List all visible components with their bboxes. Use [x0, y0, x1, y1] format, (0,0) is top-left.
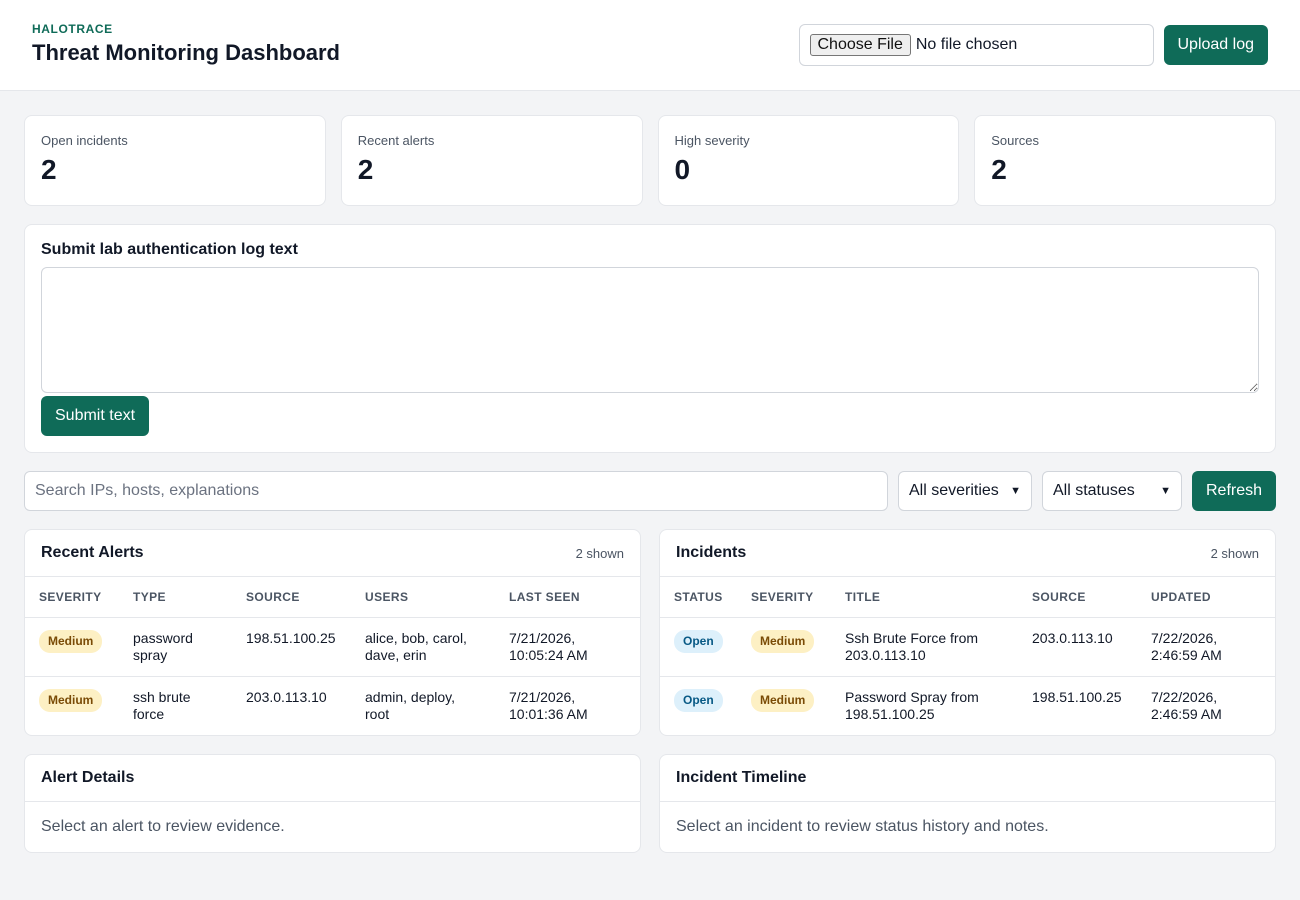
severity-cell: Medium	[25, 676, 119, 735]
table-header-row: STATUS SEVERITY TITLE SOURCE UPDATED	[660, 577, 1275, 618]
status-select-value: All statuses	[1052, 482, 1135, 499]
stat-card-recent-alerts: Recent alerts 2	[340, 115, 643, 206]
stat-label: Recent alerts	[357, 133, 435, 148]
severity-select-value: All severities	[908, 482, 999, 499]
file-input[interactable]: Choose File No file chosen	[798, 24, 1154, 66]
panel-title: Incident Timeline	[676, 769, 807, 786]
column-header: SEVERITY	[25, 577, 119, 618]
stat-value: 0	[674, 154, 691, 185]
submit-log-title: Submit lab authentication log text	[41, 241, 298, 258]
page-title: Threat Monitoring Dashboard	[32, 40, 340, 65]
title-cell: Password Spray from 198.51.100.25	[845, 688, 979, 722]
panel-title: Incidents	[676, 544, 747, 561]
chevron-down-icon: ▼	[1010, 485, 1021, 497]
search-input[interactable]	[24, 471, 888, 511]
panel-header: Recent Alerts 2 shown	[25, 530, 640, 577]
refresh-button[interactable]: Refresh	[1191, 471, 1277, 511]
column-header: LAST SEEN	[495, 577, 640, 618]
severity-badge: Medium	[39, 629, 103, 653]
upload-log-button[interactable]: Upload log	[1163, 25, 1268, 65]
stat-card-sources: Sources 2	[974, 115, 1276, 206]
severity-badge: Medium	[751, 688, 815, 712]
severity-cell: Medium	[737, 676, 831, 735]
stat-label: High severity	[674, 133, 750, 148]
empty-state-text: Select an alert to review evidence.	[41, 818, 285, 835]
column-header: TYPE	[119, 577, 232, 618]
table-row[interactable]: Medium ssh brute force 203.0.113.10 admi…	[25, 676, 640, 735]
log-text-input[interactable]	[41, 267, 1259, 393]
column-header: STATUS	[660, 577, 737, 618]
incident-timeline-panel: Incident Timeline Select an incident to …	[659, 754, 1276, 853]
column-header: USERS	[351, 577, 495, 618]
last-seen-cell: 7/21/2026, 10:05:24 AM	[495, 617, 640, 677]
empty-state-text: Select an incident to review status hist…	[676, 818, 1049, 835]
submit-text-button[interactable]: Submit text	[41, 396, 150, 436]
table-header-row: SEVERITY TYPE SOURCE USERS LAST SEEN	[25, 577, 640, 618]
status-badge: Open	[674, 688, 723, 712]
upload-area: Choose File No file chosen Upload log	[798, 24, 1268, 66]
alert-details-panel: Alert Details Select an alert to review …	[24, 754, 641, 853]
status-cell: Open	[660, 676, 737, 735]
panel-header: Incidents 2 shown	[660, 530, 1275, 577]
column-header: SOURCE	[232, 577, 351, 618]
table-row[interactable]: Medium password spray 198.51.100.25 alic…	[25, 617, 640, 677]
stat-value: 2	[41, 154, 57, 185]
type-cell: ssh brute force	[133, 688, 191, 722]
column-header: SOURCE	[1018, 577, 1137, 618]
severity-cell: Medium	[737, 617, 831, 677]
stats-row: Open incidents 2 Recent alerts 2 High se…	[24, 115, 1276, 206]
severity-badge: Medium	[39, 688, 103, 712]
filter-bar: All severities ▼ All statuses ▼ Refresh	[24, 471, 1277, 511]
source-cell: 203.0.113.10	[246, 688, 327, 705]
stat-card-open-incidents: Open incidents 2	[24, 115, 326, 206]
source-cell: 203.0.113.10	[1018, 617, 1137, 677]
users-cell: alice, bob, carol, dave, erin	[351, 617, 495, 677]
stat-label: Open incidents	[41, 133, 128, 148]
stat-value: 2	[991, 154, 1007, 185]
incidents-panel: Incidents 2 shown STATUS SEVERITY TITLE …	[659, 529, 1276, 736]
file-status-text: No file chosen	[915, 36, 1018, 53]
updated-cell: 7/22/2026, 2:46:59 AM	[1151, 688, 1222, 722]
column-header: SEVERITY	[737, 577, 831, 618]
column-header: TITLE	[831, 577, 1018, 618]
status-select[interactable]: All statuses ▼	[1041, 471, 1182, 511]
column-header: UPDATED	[1137, 577, 1275, 618]
users-cell: admin, deploy, root	[365, 688, 456, 722]
top-bar: HALOTRACE Threat Monitoring Dashboard Ch…	[0, 0, 1300, 91]
table-row[interactable]: Open Medium Ssh Brute Force from 203.0.1…	[660, 617, 1275, 677]
status-badge: Open	[674, 629, 723, 653]
chevron-down-icon: ▼	[1160, 485, 1171, 497]
table-row[interactable]: Open Medium Password Spray from 198.51.1…	[660, 676, 1275, 735]
submit-log-card: Submit lab authentication log text Submi…	[24, 224, 1276, 453]
last-seen-cell: 7/21/2026, 10:01:36 AM	[509, 688, 588, 722]
panel-header: Incident Timeline	[660, 755, 1275, 802]
shown-count: 2 shown	[575, 545, 624, 561]
source-cell: 198.51.100.25	[1032, 688, 1122, 705]
panel-title: Recent Alerts	[41, 544, 144, 561]
stat-value: 2	[357, 154, 374, 185]
type-cell: password spray	[119, 617, 232, 677]
stat-card-high-severity: High severity 0	[657, 115, 960, 206]
status-cell: Open	[660, 617, 737, 677]
stat-label: Sources	[991, 133, 1039, 148]
brand: HALOTRACE Threat Monitoring Dashboard	[32, 22, 340, 66]
shown-count: 2 shown	[1210, 545, 1259, 561]
source-cell: 198.51.100.25	[232, 617, 351, 677]
panel-header: Alert Details	[25, 755, 640, 802]
panel-title: Alert Details	[41, 769, 135, 786]
title-cell: Ssh Brute Force from 203.0.113.10	[831, 617, 1018, 677]
severity-badge: Medium	[751, 629, 815, 653]
brand-name: HALOTRACE	[32, 22, 113, 36]
severity-cell: Medium	[25, 617, 119, 677]
choose-file-button[interactable]: Choose File	[809, 34, 911, 56]
alerts-table: SEVERITY TYPE SOURCE USERS LAST SEEN Med…	[25, 577, 640, 735]
updated-cell: 7/22/2026, 2:46:59 AM	[1137, 617, 1275, 677]
incidents-table: STATUS SEVERITY TITLE SOURCE UPDATED Ope…	[660, 577, 1275, 735]
recent-alerts-panel: Recent Alerts 2 shown SEVERITY TYPE SOUR…	[24, 529, 641, 736]
severity-select[interactable]: All severities ▼	[897, 471, 1032, 511]
